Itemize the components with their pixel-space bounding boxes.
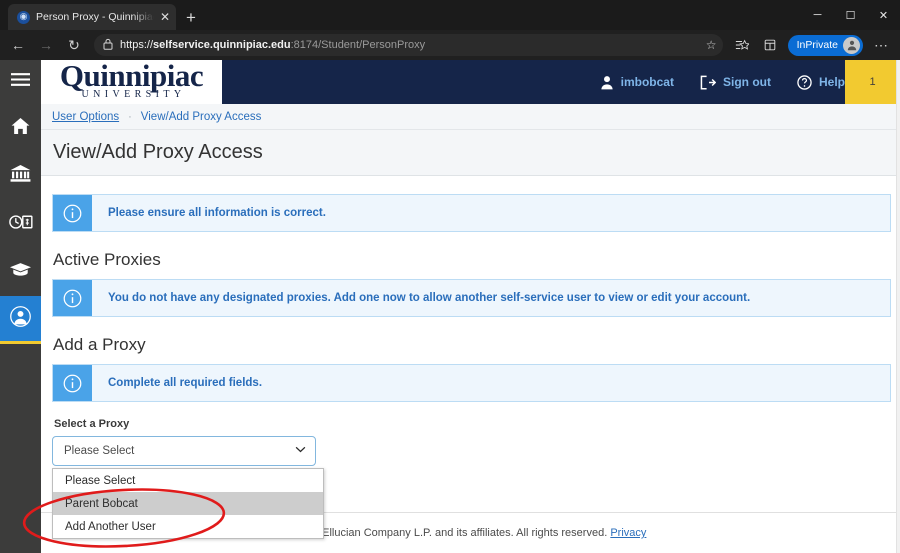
option-add-another-user[interactable]: Add Another User: [53, 515, 323, 538]
scrollbar-track[interactable]: [896, 60, 900, 553]
alert-message: You do not have any designated proxies. …: [92, 280, 760, 316]
header-item-user-label: imbobcat: [621, 75, 674, 89]
sidebar-item-academics[interactable]: [0, 248, 41, 296]
maximize-button[interactable]: ☐: [834, 0, 867, 30]
bank-icon: [10, 165, 31, 188]
chevron-down-icon: [295, 446, 306, 456]
info-icon: [53, 195, 92, 231]
select-a-proxy-options-list: Please Select Parent Bobcat Add Another …: [52, 468, 324, 539]
sidebar-item-financial-information[interactable]: [0, 152, 41, 200]
select-a-proxy-dropdown[interactable]: Please Select: [52, 436, 316, 466]
favorites-bar-icon[interactable]: [729, 32, 755, 58]
toolbar-actions: InPrivate ⋯: [729, 32, 896, 58]
sidebar-item-student-finance[interactable]: [0, 200, 41, 248]
tab-title: Person Proxy - Quinnipiac Stude: [36, 11, 154, 23]
back-icon[interactable]: ←: [4, 32, 32, 58]
graduation-cap-icon: [9, 262, 32, 282]
logo-subtext: UNIVERSITY: [82, 89, 186, 101]
header-item-help[interactable]: Help: [797, 75, 845, 90]
section-title-add-a-proxy: Add a Proxy: [53, 335, 891, 355]
new-tab-button[interactable]: +: [186, 9, 196, 26]
option-parent-bobcat[interactable]: Parent Bobcat: [53, 492, 323, 515]
footer-text: 2020 Ellucian Company L.P. and its affil…: [295, 527, 647, 539]
browser-window: ◉ Person Proxy - Quinnipiac Stude ✕ + ─ …: [0, 0, 900, 553]
browser-toolbar: ← → ↻ https://selfservice.quinnipiac.edu…: [0, 30, 900, 60]
page-viewport: Quinnipiac UNIVERSITY imbobcat: [0, 60, 900, 553]
url-path: :8174/Student/PersonProxy: [291, 39, 426, 51]
browser-tab[interactable]: ◉ Person Proxy - Quinnipiac Stude ✕: [8, 4, 176, 30]
window-controls: ─ ☐ ✕: [801, 0, 900, 30]
page-content: User Options · View/Add Proxy Access Vie…: [41, 104, 900, 553]
forward-icon[interactable]: →: [32, 32, 60, 58]
person-icon: [10, 306, 31, 332]
inprivate-label: InPrivate: [797, 39, 838, 51]
breadcrumb-separator: ·: [128, 111, 132, 123]
sidebar-nav: [0, 60, 41, 553]
section-title-active-proxies: Active Proxies: [53, 250, 891, 270]
alert-complete-required-fields: Complete all required fields.: [52, 364, 891, 402]
select-a-proxy-label: Select a Proxy: [54, 418, 891, 430]
sidebar-item-user-options[interactable]: [0, 296, 41, 344]
question-circle-icon: [797, 75, 812, 90]
page-body: Please ensure all information is correct…: [41, 176, 900, 553]
header-item-help-label: Help: [819, 75, 845, 89]
header-nav: imbobcat Sign out: [600, 60, 845, 104]
privacy-link[interactable]: Privacy: [610, 527, 646, 539]
sidebar-item-home[interactable]: [0, 104, 41, 152]
url-scheme: https://: [120, 39, 153, 51]
option-please-select[interactable]: Please Select: [53, 469, 323, 492]
header-item-user[interactable]: imbobcat: [600, 75, 674, 90]
alert-message: Please ensure all information is correct…: [92, 195, 336, 231]
header-item-sign-out[interactable]: Sign out: [700, 75, 771, 90]
edge-icon: ◉: [17, 11, 30, 24]
home-icon: [11, 117, 30, 140]
alert-message: Complete all required fields.: [92, 365, 272, 401]
info-icon: [53, 365, 92, 401]
url-host: selfservice.quinnipiac.edu: [153, 39, 291, 51]
info-icon: [53, 280, 92, 316]
more-options-icon[interactable]: ⋯: [868, 32, 894, 58]
inprivate-profile-button[interactable]: InPrivate: [788, 35, 863, 56]
avatar: [843, 37, 860, 54]
select-a-proxy-value: Please Select: [64, 445, 134, 457]
alert-no-designated-proxies: You do not have any designated proxies. …: [52, 279, 891, 317]
header-item-sign-out-label: Sign out: [723, 75, 771, 89]
reload-icon[interactable]: ↻: [60, 32, 88, 58]
footer-copyright: 2020 Ellucian Company L.P. and its affil…: [295, 527, 608, 539]
alert-ensure-information: Please ensure all information is correct…: [52, 194, 891, 232]
breadcrumb-parent-link[interactable]: User Options: [52, 111, 119, 123]
breadcrumb-current: View/Add Proxy Access: [141, 111, 262, 123]
notification-count-badge[interactable]: 1: [845, 60, 900, 104]
breadcrumb: User Options · View/Add Proxy Access: [41, 104, 900, 130]
sign-out-icon: [700, 75, 716, 90]
favorite-star-icon[interactable]: ☆: [706, 38, 717, 52]
close-icon[interactable]: ✕: [160, 11, 170, 23]
page-title-bar: View/Add Proxy Access: [41, 130, 900, 176]
hamburger-icon: [10, 72, 31, 92]
sidebar-item-menu-toggle[interactable]: [0, 60, 41, 104]
lock-icon: [103, 38, 113, 53]
tab-strip: ◉ Person Proxy - Quinnipiac Stude ✕ + ─ …: [0, 0, 900, 30]
select-a-proxy-field: Please Select Please Select Parent Bobca…: [52, 436, 316, 466]
address-bar[interactable]: https://selfservice.quinnipiac.edu:8174/…: [94, 34, 723, 56]
money-clock-icon: [9, 214, 33, 235]
url-text: https://selfservice.quinnipiac.edu:8174/…: [120, 39, 695, 51]
site-header: Quinnipiac UNIVERSITY imbobcat: [41, 60, 900, 104]
minimize-button[interactable]: ─: [801, 0, 834, 30]
logo-wordmark: Quinnipiac: [60, 62, 203, 89]
collections-icon[interactable]: [757, 32, 783, 58]
window-close-button[interactable]: ✕: [867, 0, 900, 30]
person-icon: [600, 75, 614, 90]
quinnipiac-logo[interactable]: Quinnipiac UNIVERSITY: [41, 60, 222, 104]
page-title: View/Add Proxy Access: [53, 141, 263, 164]
